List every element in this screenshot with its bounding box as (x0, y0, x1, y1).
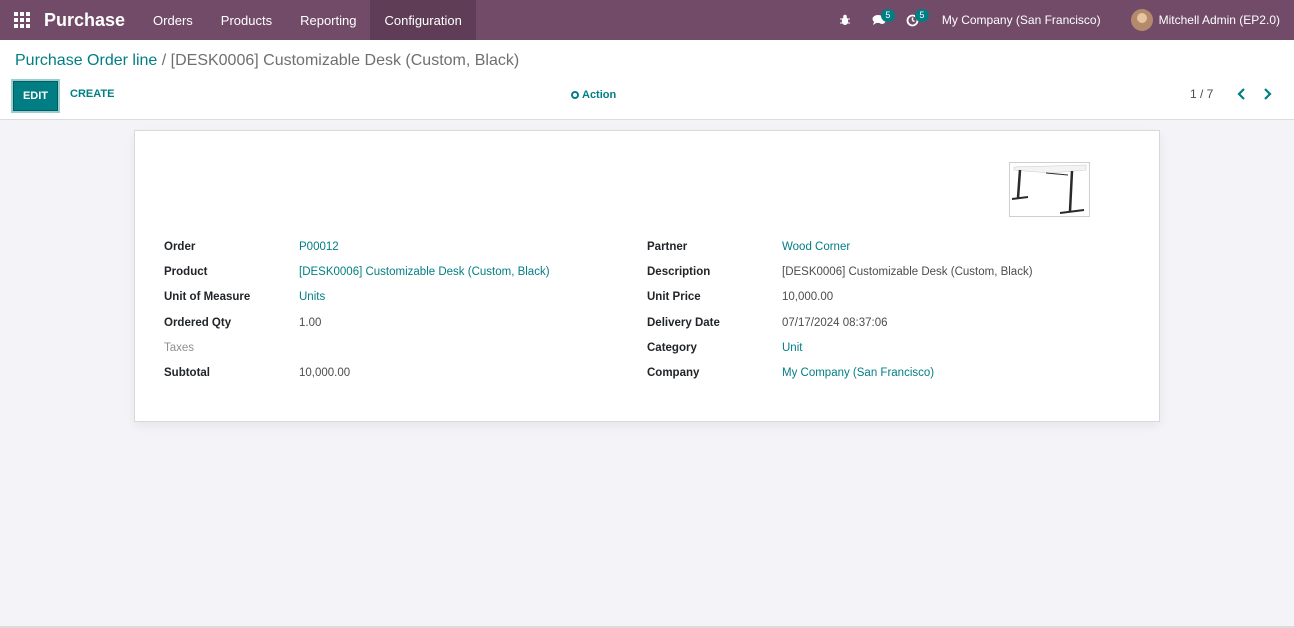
field-label: Delivery Date (647, 317, 720, 329)
gear-icon (571, 91, 579, 99)
menu-configuration[interactable]: Configuration (370, 0, 476, 40)
menu-reporting[interactable]: Reporting (286, 0, 370, 40)
field-label: Ordered Qty (164, 317, 232, 329)
field-unit-of-measure: Unit of Measure Units (164, 291, 325, 303)
top-navbar: Purchase Orders Products Reporting Confi… (0, 0, 1294, 40)
debug-bug-icon[interactable] (828, 0, 862, 40)
form-sheet: Order P00012 Product [DESK0006] Customiz… (134, 130, 1160, 422)
action-label: Action (582, 89, 617, 101)
user-name: Mitchell Admin (EP2.0) (1158, 13, 1280, 27)
create-button[interactable]: CREATE (70, 88, 114, 100)
user-menu[interactable]: Mitchell Admin (EP2.0) (1130, 9, 1280, 31)
field-subtotal: Subtotal 10,000.00 (164, 367, 350, 379)
ordered-qty-value: 1.00 (299, 317, 322, 329)
messages-chat-icon[interactable]: 5 (862, 0, 896, 40)
menu-products[interactable]: Products (207, 0, 286, 40)
breadcrumb-parent[interactable]: Purchase Order line (15, 52, 157, 69)
messages-badge: 5 (880, 9, 895, 22)
field-unit-price: Unit Price 10,000.00 (647, 291, 833, 303)
field-delivery-date: Delivery Date 07/17/2024 08:37:06 (647, 317, 888, 329)
company-link[interactable]: My Company (San Francisco) (782, 367, 934, 379)
app-title[interactable]: Purchase (44, 10, 125, 31)
activities-badge: 5 (914, 9, 929, 22)
description-value: [DESK0006] Customizable Desk (Custom, Bl… (782, 266, 1033, 278)
partner-link[interactable]: Wood Corner (782, 241, 850, 253)
field-label: Category (647, 342, 697, 354)
field-label: Unit of Measure (164, 291, 251, 303)
company-switcher[interactable]: My Company (San Francisco) (942, 13, 1101, 27)
chevron-left-icon[interactable] (1235, 87, 1249, 101)
apps-menu-icon[interactable] (0, 0, 44, 40)
category-link[interactable]: Unit (782, 342, 802, 354)
activities-clock-icon[interactable]: 5 (896, 0, 930, 40)
product-image[interactable] (1009, 162, 1090, 217)
field-partner: Partner Wood Corner (647, 241, 850, 253)
breadcrumb-separator: / (157, 52, 171, 69)
breadcrumb-current: [DESK0006] Customizable Desk (Custom, Bl… (170, 52, 520, 69)
control-panel: Purchase Order line / [DESK0006] Customi… (0, 40, 1294, 120)
field-label: Partner (647, 241, 688, 253)
menu-orders[interactable]: Orders (139, 0, 207, 40)
field-description: Description [DESK0006] Customizable Desk… (647, 266, 1033, 278)
avatar (1130, 9, 1153, 31)
field-label: Unit Price (647, 291, 701, 303)
product-link[interactable]: [DESK0006] Customizable Desk (Custom, Bl… (299, 266, 550, 278)
edit-button[interactable]: EDIT (13, 81, 58, 111)
field-label: Company (647, 367, 700, 379)
order-link[interactable]: P00012 (299, 241, 339, 253)
field-order: Order P00012 (164, 241, 339, 253)
field-ordered-qty: Ordered Qty 1.00 (164, 317, 321, 329)
field-label: Subtotal (164, 367, 210, 379)
field-taxes: Taxes (164, 342, 299, 354)
field-label: Product (164, 266, 208, 278)
field-label: Taxes (164, 342, 195, 354)
field-category: Category Unit (647, 342, 802, 354)
pager-value[interactable]: 1 / 7 (1190, 87, 1213, 101)
field-product: Product [DESK0006] Customizable Desk (Cu… (164, 266, 550, 278)
unit-price-value: 10,000.00 (782, 291, 834, 303)
delivery-date-value: 07/17/2024 08:37:06 (782, 317, 888, 329)
chevron-right-icon[interactable] (1260, 87, 1274, 101)
field-company: Company My Company (San Francisco) (647, 367, 934, 379)
field-label: Order (164, 241, 196, 253)
uom-link[interactable]: Units (299, 291, 325, 303)
action-menu-button[interactable]: Action (571, 89, 616, 101)
field-label: Description (647, 266, 711, 278)
breadcrumb: Purchase Order line / [DESK0006] Customi… (15, 52, 519, 70)
subtotal-value: 10,000.00 (299, 367, 351, 379)
